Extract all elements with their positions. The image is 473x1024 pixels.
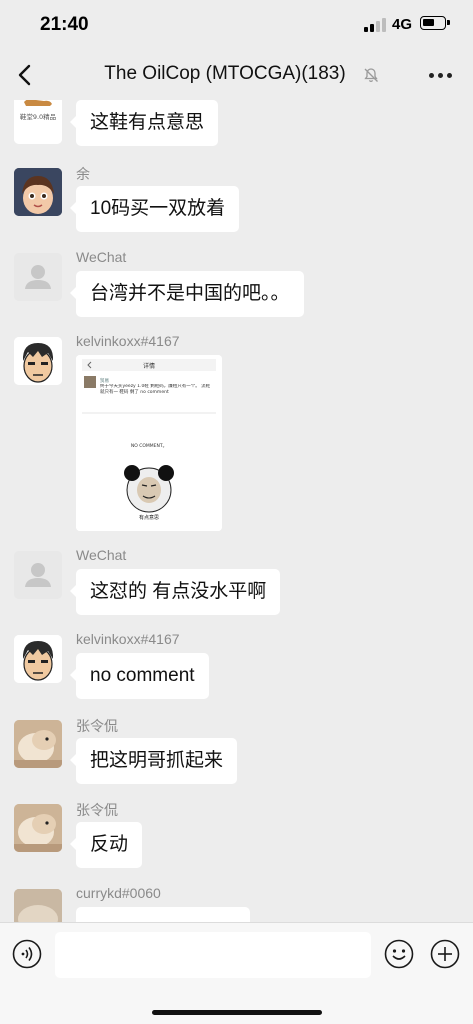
avatar[interactable] (14, 635, 62, 683)
message-bubble[interactable] (76, 907, 250, 922)
default-user-icon (14, 551, 62, 599)
sender-name: 余 (76, 166, 90, 182)
voice-button[interactable] (12, 939, 42, 969)
avatar[interactable] (14, 168, 62, 216)
sender-name: kelvinkoxx#4167 (76, 631, 180, 647)
sender-name: kelvinkoxx#4167 (76, 333, 180, 349)
shoe-logo-icon: 鞋堂9.0精品 (14, 100, 62, 144)
cartoon-boy-avatar-icon (14, 635, 62, 683)
emoji-icon (384, 939, 414, 969)
chevron-left-icon (18, 64, 31, 86)
chat-screen: 21:40 4G The OilCop (MTOCGA)(183) 鞋堂9.0精… (0, 0, 473, 1024)
hamster-photo-avatar-icon (14, 720, 62, 768)
status-time: 21:40 (40, 14, 89, 35)
more-button[interactable] (426, 64, 456, 86)
input-bar (0, 922, 473, 1024)
sender-name: WeChat (76, 547, 127, 563)
avatar[interactable] (14, 337, 62, 385)
sender-name: WeChat (76, 249, 127, 265)
message-list[interactable]: 鞋堂9.0精品 这鞋有点意思 余 10码买一双放着 WeChat 台湾并不是中国… (0, 100, 473, 922)
screenshot-image: 详情 贸易 终于今天买yeezy 1.0鞋 剩鞋码，廉租只有一个。 流鞋就只有一… (76, 355, 222, 531)
avatar[interactable] (14, 889, 62, 922)
message-input[interactable] (55, 932, 371, 978)
message-bubble[interactable]: 台湾并不是中国的吧。。 (70, 271, 304, 317)
plus-icon (430, 939, 460, 969)
home-indicator[interactable] (152, 1010, 322, 1015)
network-label: 4G (392, 16, 413, 33)
message-bubble[interactable]: 10码买一双放着 (69, 186, 240, 232)
avatar[interactable] (14, 720, 62, 768)
avatar[interactable]: 鞋堂9.0精品 (14, 100, 62, 144)
battery-icon (420, 16, 450, 30)
voice-icon (12, 939, 42, 969)
message-bubble[interactable]: 这怼的 有点没水平啊 (69, 569, 281, 615)
avatar[interactable] (14, 551, 62, 599)
signal-icon (364, 18, 386, 32)
nav-bar: The OilCop (MTOCGA)(183) (0, 50, 473, 100)
emoji-button[interactable] (384, 939, 414, 969)
avatar[interactable] (14, 804, 62, 852)
status-bar: 21:40 4G (0, 0, 473, 50)
hamster-photo-avatar-icon (14, 804, 62, 852)
bell-muted-icon (364, 68, 378, 82)
svg-text:NO COMMENT。: NO COMMENT。 (131, 443, 167, 449)
sender-name: 张令侃 (76, 718, 118, 734)
svg-text:有点意思: 有点意思 (139, 514, 159, 521)
message-bubble[interactable]: 这鞋有点意思 (69, 100, 219, 146)
plus-button[interactable] (430, 939, 460, 969)
default-user-icon (14, 253, 62, 301)
image-message[interactable]: 详情 贸易 终于今天买yeezy 1.0鞋 剩鞋码，廉租只有一个。 流鞋就只有一… (76, 355, 222, 531)
cartoon-girl-avatar-icon (14, 168, 62, 216)
sender-name: currykd#0060 (76, 885, 161, 901)
svg-text:详情: 详情 (143, 362, 155, 370)
avatar[interactable] (14, 253, 62, 301)
message-bubble[interactable]: 把这明哥抓起来 (69, 738, 238, 784)
svg-text:贸易: 贸易 (100, 377, 109, 384)
message-bubble[interactable]: no comment (70, 653, 209, 699)
cartoon-boy-avatar-icon (14, 337, 62, 385)
back-button[interactable] (12, 60, 40, 90)
photo-avatar-icon (14, 889, 62, 922)
sender-name: 张令侃 (76, 802, 118, 818)
chat-title: The OilCop (MTOCGA)(183) (104, 63, 346, 84)
message-bubble[interactable]: 反动 (69, 822, 143, 868)
svg-text:鞋堂9.0精品: 鞋堂9.0精品 (20, 112, 56, 121)
